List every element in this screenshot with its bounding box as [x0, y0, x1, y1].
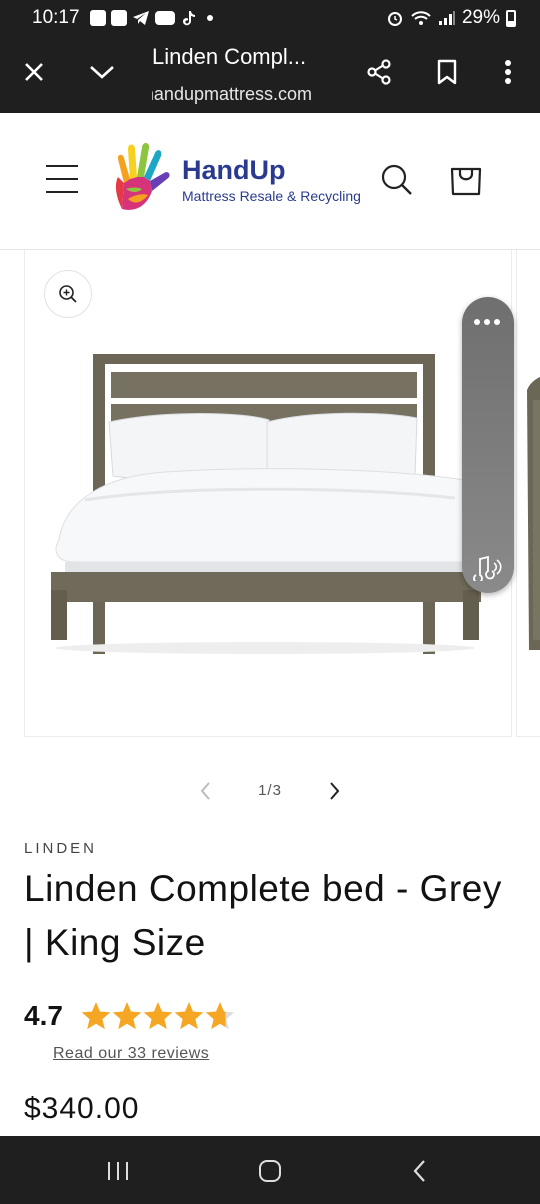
page-title: Linden Compl...	[152, 44, 307, 69]
search-icon	[381, 164, 412, 195]
product-title: Linden Complete bed - Grey | King Size	[24, 868, 502, 963]
product-image-gallery[interactable]	[24, 250, 512, 737]
more-options-button[interactable]	[488, 52, 528, 92]
star-icon	[143, 1002, 173, 1030]
hand-logo-icon	[115, 142, 170, 210]
product-rating: 4.7	[24, 1000, 235, 1032]
bookmark-button[interactable]	[427, 52, 467, 92]
system-icons: 29%	[386, 7, 516, 29]
telegram-icon	[132, 11, 149, 25]
battery-percent: 29%	[461, 7, 500, 28]
status-time: 10:17	[32, 7, 80, 28]
bed-product-image	[51, 354, 481, 654]
youtube-icon	[154, 11, 175, 25]
chevron-left-icon	[200, 782, 210, 800]
cart-button[interactable]	[448, 161, 484, 197]
zoom-in-icon	[59, 285, 77, 303]
gallery-slider-nav: 1/3	[0, 770, 540, 810]
system-navigation-bar	[0, 1136, 540, 1204]
slider-next-button[interactable]	[324, 780, 344, 802]
menu-icon-line	[46, 165, 78, 167]
notification-icons	[89, 10, 213, 26]
close-icon	[25, 63, 43, 81]
star-icon	[112, 1002, 142, 1030]
star-icon	[81, 1002, 111, 1030]
chevron-right-icon	[330, 782, 340, 800]
star-rating-icon	[81, 1002, 235, 1030]
product-vendor: LINDEN	[24, 840, 98, 857]
logo-tagline: Mattress Resale & Recycling	[182, 188, 361, 204]
next-image-peek[interactable]	[516, 250, 540, 737]
share-icon	[367, 59, 391, 85]
menu-button[interactable]	[46, 165, 78, 193]
notes-icon	[89, 10, 106, 26]
minimize-tab-button[interactable]	[82, 52, 122, 92]
menu-icon-line	[46, 178, 78, 180]
close-tab-button[interactable]	[14, 52, 54, 92]
star-icon	[174, 1002, 204, 1030]
rating-value: 4.7	[24, 1000, 63, 1031]
battery-icon	[506, 9, 516, 27]
star-icon	[205, 1002, 235, 1030]
product-price: $340.00	[24, 1092, 140, 1125]
dot-icon	[206, 15, 213, 21]
cart-icon	[450, 167, 482, 196]
search-button[interactable]	[380, 163, 414, 197]
read-reviews-link[interactable]: Read our 33 reviews	[53, 1045, 209, 1063]
home-button[interactable]	[250, 1156, 290, 1186]
slider-counter: 1/3	[258, 782, 282, 799]
audio-icon[interactable]	[472, 553, 504, 581]
recent-apps-icon	[108, 1162, 128, 1180]
share-button[interactable]	[359, 52, 399, 92]
chevron-down-icon	[90, 66, 114, 79]
signal-icon	[438, 11, 455, 25]
tiktok-icon	[182, 11, 195, 26]
floating-audio-widget[interactable]	[462, 297, 514, 593]
back-icon	[413, 1160, 425, 1182]
page-url[interactable]: handupmattress.com	[152, 84, 312, 105]
site-logo[interactable]: HandUp Mattress Resale & Recycling	[112, 139, 361, 221]
back-button[interactable]	[400, 1156, 440, 1186]
home-icon	[259, 1160, 281, 1182]
next-bed-thumbnail	[527, 376, 540, 650]
zoom-button[interactable]	[44, 270, 92, 318]
doc-icon	[110, 10, 127, 26]
browser-toolbar: Linden Compl... handupmattress.com	[0, 36, 540, 113]
slider-prev-button[interactable]	[196, 780, 216, 802]
recent-apps-button[interactable]	[98, 1156, 138, 1186]
menu-icon-line	[46, 191, 78, 193]
logo-name: HandUp	[182, 155, 286, 185]
alarm-icon	[387, 12, 402, 26]
more-horizontal-icon[interactable]	[474, 319, 500, 325]
site-header: HandUp Mattress Resale & Recycling	[0, 113, 540, 250]
status-bar: 10:17 29%	[0, 0, 540, 36]
bookmark-icon	[437, 59, 457, 85]
more-icon	[505, 60, 511, 84]
wifi-icon	[411, 11, 431, 25]
